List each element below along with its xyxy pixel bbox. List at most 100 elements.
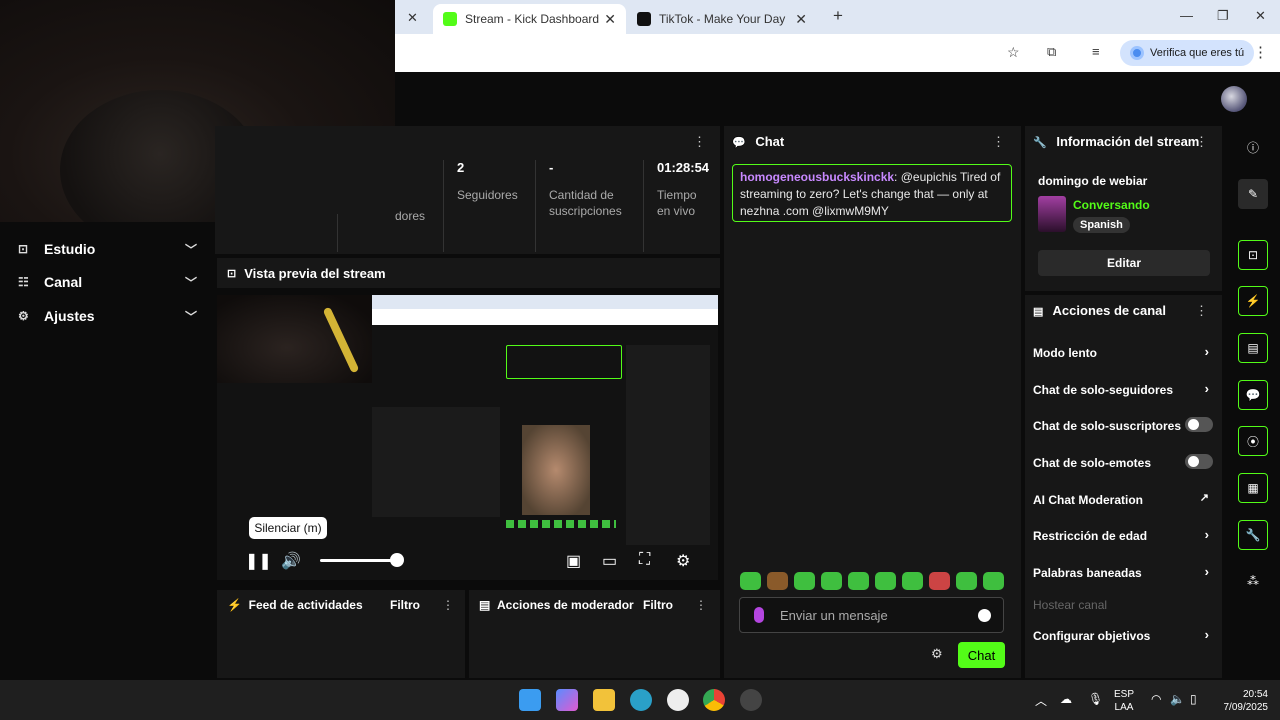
chat-send-button[interactable]: Chat [958, 642, 1005, 668]
toggle-switch[interactable] [1185, 417, 1213, 432]
extensions-icon[interactable]: ⧉ [1047, 44, 1056, 60]
fullscreen-icon[interactable]: ⛶ [639, 551, 650, 569]
stat-value: 01:28:54 [657, 160, 710, 175]
tab-title: Stream - Kick Dashboard [465, 12, 600, 26]
star-icon[interactable]: ☆ [1007, 44, 1020, 61]
maximize-icon[interactable]: ❐ [1217, 8, 1229, 24]
emote-icon[interactable] [902, 572, 923, 590]
emote-icon[interactable] [821, 572, 842, 590]
speaker-icon[interactable]: 🔈 [1170, 692, 1185, 706]
info-icon[interactable]: ⓘ [1238, 132, 1268, 162]
more-icon[interactable]: ⋮ [693, 134, 706, 150]
filter-button[interactable]: Filtro [390, 598, 420, 612]
chat-username[interactable]: homogeneousbuckskinckk [740, 170, 894, 184]
pip-icon[interactable]: ▣ [566, 551, 581, 571]
sidebar-item-label: Ajustes [44, 308, 95, 324]
action-ai-moderation[interactable]: AI Chat Moderation ↗ [1033, 492, 1213, 507]
copilot-icon[interactable] [556, 689, 578, 711]
more-icon[interactable]: ⋮ [695, 598, 707, 612]
more-icon[interactable]: ⋮ [442, 598, 454, 612]
volume-knob[interactable] [390, 553, 404, 567]
document-icon[interactable]: ▤ [1238, 333, 1268, 363]
app-icon[interactable] [667, 689, 689, 711]
emote-icon[interactable] [767, 572, 788, 590]
pencil-icon[interactable]: ✎ [1238, 179, 1268, 209]
stream-title: domingo de webiar [1038, 174, 1148, 188]
emote-icon[interactable] [794, 572, 815, 590]
sidebar-item-canal[interactable]: ☷ Canal ﹀ [0, 267, 215, 297]
microphone-icon[interactable]: 🎙 [1088, 692, 1103, 706]
battery-icon[interactable]: ▯ [1190, 692, 1197, 706]
avatar[interactable] [1221, 86, 1247, 112]
close-icon[interactable]: ✕ [795, 11, 807, 28]
preview-title: Vista previa del stream [244, 265, 386, 281]
stream-info-title: Información del stream [1056, 134, 1200, 149]
media-control-icon[interactable]: ≡ [1092, 44, 1100, 59]
chrome-icon[interactable] [703, 689, 725, 711]
minimize-icon[interactable]: — [1180, 8, 1193, 23]
stream-category[interactable]: Conversando [1073, 198, 1150, 212]
window-close-icon[interactable]: ✕ [1255, 8, 1266, 24]
wifi-icon[interactable]: ◠ [1151, 692, 1161, 706]
preview-toggle-icon[interactable]: ⊡ [1238, 240, 1268, 270]
wrench-icon[interactable]: 🔧 [1238, 520, 1268, 550]
new-tab-icon[interactable]: + [833, 6, 843, 26]
menu-icon[interactable]: ⋮ [1253, 43, 1268, 61]
chevron-up-icon[interactable]: ︿ [1035, 692, 1047, 709]
chat-settings-icon[interactable]: ⚙ [931, 646, 943, 662]
volume-icon[interactable]: 🔊 [281, 551, 301, 571]
action-goals[interactable]: Configurar objetivos › [1033, 627, 1213, 643]
emoji-icon[interactable] [978, 609, 991, 622]
edit-label: Editar [1106, 256, 1141, 270]
obs-icon[interactable] [740, 689, 762, 711]
action-age-restriction[interactable]: Restricción de edad › [1033, 527, 1213, 543]
more-icon[interactable]: ⋮ [992, 134, 1005, 150]
emote-icon[interactable] [983, 572, 1004, 590]
sidebar-item-ajustes[interactable]: ⚙ Ajustes ﹀ [0, 301, 215, 331]
emote-icon[interactable] [848, 572, 869, 590]
action-slow-mode[interactable]: Modo lento › [1033, 344, 1213, 360]
theatre-icon[interactable]: ▭ [602, 551, 617, 571]
broadcast-icon[interactable]: ⦿ [1238, 426, 1268, 456]
edge-icon[interactable] [630, 689, 652, 711]
cloud-icon[interactable]: ☁ [1060, 692, 1072, 706]
close-tab-icon[interactable]: ✕ [407, 10, 418, 26]
chat-bubble-icon[interactable]: 💬 [1238, 380, 1268, 410]
chat-input[interactable]: Enviar un mensaje [739, 597, 1004, 633]
toggle-switch[interactable] [1185, 454, 1213, 469]
more-icon[interactable]: ⋮ [1195, 134, 1208, 150]
filter-button[interactable]: Filtro [643, 598, 673, 612]
verify-label: Verifica que eres tú [1150, 47, 1245, 59]
tab-tiktok[interactable]: TikTok - Make Your Day ✕ [627, 4, 817, 34]
tab-kick-dashboard[interactable]: Stream - Kick Dashboard ✕ [433, 4, 626, 34]
share-icon[interactable]: ⁂ [1238, 566, 1268, 596]
tooltip-text: Silenciar (m) [254, 521, 322, 535]
file-explorer-icon[interactable] [593, 689, 615, 711]
stat-value: 2 [457, 160, 465, 175]
windows-start-icon[interactable] [519, 689, 541, 711]
settings-icon[interactable]: ⚙ [676, 551, 690, 571]
volume-slider[interactable] [320, 559, 398, 562]
emote-icon[interactable] [875, 572, 896, 590]
edit-button[interactable]: Editar [1038, 250, 1210, 276]
chevron-right-icon: › [1204, 344, 1209, 359]
tiktok-icon [637, 12, 651, 26]
emote-icon[interactable] [740, 572, 761, 590]
clock[interactable]: 20:54 7/09/2025 [1218, 688, 1269, 714]
bolt-icon[interactable]: ⚡ [1238, 286, 1268, 316]
microphone-icon[interactable] [754, 607, 764, 623]
more-icon[interactable]: ⋮ [1195, 303, 1208, 319]
language-indicator[interactable]: ESP LAA [1114, 688, 1134, 714]
close-icon[interactable]: ✕ [604, 11, 616, 28]
emote-icon[interactable] [929, 572, 950, 590]
emote-icon[interactable] [956, 572, 977, 590]
action-banned-words[interactable]: Palabras baneadas › [1033, 564, 1213, 580]
sidebar-item-label: Canal [44, 274, 83, 290]
verify-button[interactable]: Verifica que eres tú [1120, 40, 1255, 66]
stream-info-panel: 🔧 Información del stream ⋮ domingo de we… [1025, 126, 1222, 291]
layout-icon[interactable]: ▦ [1238, 473, 1268, 503]
pause-icon[interactable]: ❚❚ [245, 551, 272, 571]
sidebar-item-estudio[interactable]: ⊡ Estudio ﹀ [0, 234, 215, 264]
action-followers-only[interactable]: Chat de solo-seguidores › [1033, 381, 1213, 397]
preview-webcam [217, 295, 372, 383]
